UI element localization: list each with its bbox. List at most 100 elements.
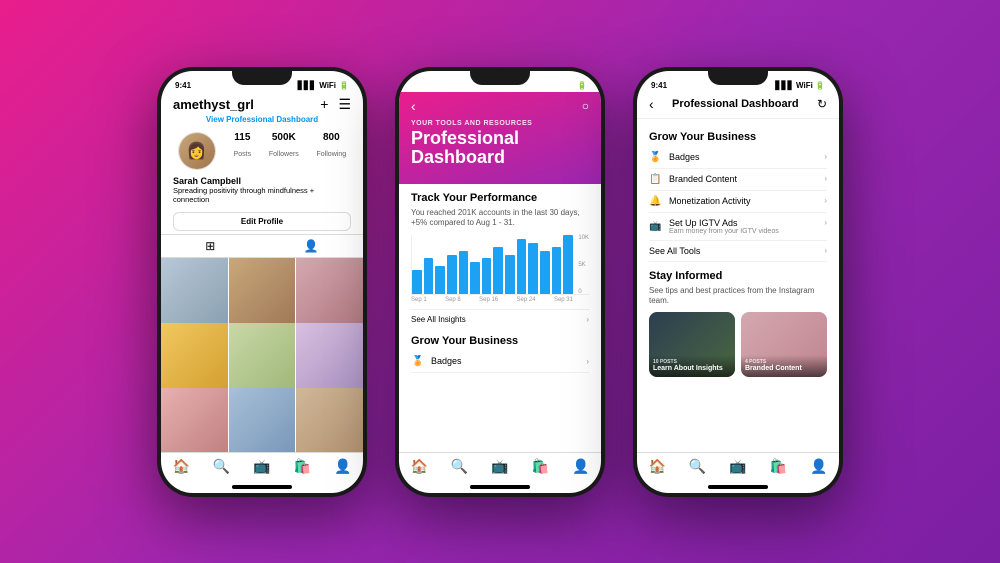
grid-cell-4[interactable] — [161, 323, 228, 390]
chart-bar — [447, 255, 457, 294]
igtv-sub: Earn money from your IGTV videos — [669, 228, 779, 235]
grow-title-3: Grow Your Business — [649, 131, 827, 143]
badges-menu-label: Badges — [669, 152, 700, 162]
grid-cell-6[interactable] — [296, 323, 363, 390]
menu-icon[interactable]: ☰ — [338, 96, 351, 113]
menu-item-monetization[interactable]: 🔔 Monetization Activity › — [649, 191, 827, 213]
posts-stat: 115 Posts — [234, 132, 252, 161]
shop-icon-3[interactable]: 🛍️ — [770, 458, 787, 475]
followers-stat: 500K Followers — [269, 132, 299, 161]
shop-icon[interactable]: 🛍️ — [294, 458, 311, 475]
menu-title: Professional Dashboard — [672, 98, 799, 110]
notch — [232, 71, 292, 85]
followers-label: Followers — [269, 151, 299, 158]
chart-bar — [424, 258, 434, 293]
shop-icon-2[interactable]: 🛍️ — [532, 458, 549, 475]
grid-view-icon[interactable]: ⊞ — [205, 239, 215, 253]
grid-cell-3[interactable] — [296, 258, 363, 325]
profile-header: amethyst_grl + ☰ — [161, 92, 363, 115]
chart-bar — [517, 239, 527, 294]
home-indicator-3 — [708, 485, 768, 489]
see-all-tools[interactable]: See All Tools › — [649, 241, 827, 262]
back-button-3[interactable]: ‹ — [649, 96, 654, 112]
grow-title-2: Grow Your Business — [411, 335, 589, 347]
grid-cell-2[interactable] — [229, 258, 296, 325]
bottom-nav-1: 🏠 🔍 📺 🛍️ 👤 — [161, 452, 363, 483]
status-time-1: 9:41 — [175, 81, 191, 90]
phone-profile: 9:41 ▋▋▋ WiFi 🔋 amethyst_grl + ☰ View Pr… — [157, 67, 367, 497]
badges-label: Badges — [431, 356, 462, 366]
notch-3 — [708, 71, 768, 85]
menu-screen: ‹ Professional Dashboard ↻ Grow Your Bus… — [637, 92, 839, 493]
chart-bar — [459, 251, 469, 294]
chart-bar — [470, 262, 480, 293]
profile-stats: 👩 115 Posts 500K Followers 800 Following — [161, 128, 363, 174]
grid-cell-9[interactable] — [296, 388, 363, 452]
chart-bars — [411, 235, 589, 295]
home-icon-3[interactable]: 🏠 — [648, 458, 665, 475]
reels-icon-3[interactable]: 📺 — [729, 458, 746, 475]
chart-bar — [552, 247, 562, 294]
see-all-insights[interactable]: See All Insights › — [411, 309, 589, 329]
dashboard-content: Track Your Performance You reached 201K … — [399, 184, 601, 451]
menu-item-igtv[interactable]: 📺 Set Up IGTV Ads Earn money from your I… — [649, 213, 827, 241]
grid-cell-7[interactable] — [161, 388, 228, 452]
status-time-2: 9:41 — [413, 81, 429, 90]
profile-icon-2[interactable]: 👤 — [572, 458, 589, 475]
tag-view-icon[interactable]: 👤 — [304, 239, 319, 253]
search-icon-3[interactable]: 🔍 — [689, 458, 706, 475]
profile-icon-3[interactable]: 👤 — [810, 458, 827, 475]
badges-item[interactable]: 🏅 Badges › — [411, 351, 589, 373]
phone-menu: 9:41 ▋▋▋ WiFi 🔋 ‹ Professional Dashboard… — [633, 67, 843, 497]
home-icon[interactable]: 🏠 — [172, 458, 189, 475]
info-card-2[interactable]: 4 POSTS Branded Content — [741, 312, 827, 377]
back-button-2[interactable]: ‹ — [411, 98, 416, 114]
home-icon-2[interactable]: 🏠 — [410, 458, 427, 475]
igtv-chevron: › — [824, 218, 827, 227]
chevron-icon: › — [586, 315, 589, 324]
badges-menu-icon: 🏅 — [649, 152, 663, 163]
branded-menu-icon: 📋 — [649, 174, 663, 185]
performance-desc: You reached 201K accounts in the last 30… — [411, 208, 589, 229]
grid-cell-5[interactable] — [229, 323, 296, 390]
dashboard-screen: ‹ ○ YOUR TOOLS AND RESOURCES Professiona… — [399, 92, 601, 493]
monetization-chevron: › — [824, 196, 827, 205]
profile-screen: amethyst_grl + ☰ View Professional Dashb… — [161, 92, 363, 493]
chart-bar — [412, 270, 422, 294]
settings-icon-2[interactable]: ○ — [582, 99, 589, 113]
info-cards: 10 POSTS Learn About Insights 4 POSTS Br… — [649, 312, 827, 377]
chart-bar — [493, 247, 503, 294]
reels-icon[interactable]: 📺 — [253, 458, 270, 475]
status-icons-1: ▋▋▋ WiFi 🔋 — [298, 81, 349, 90]
grid-cell-8[interactable] — [229, 388, 296, 452]
chart-bar — [528, 243, 538, 294]
menu-item-badges[interactable]: 🏅 Badges › — [649, 147, 827, 169]
home-indicator-1 — [232, 485, 292, 489]
refresh-icon[interactable]: ↻ — [817, 97, 827, 111]
chart-y-labels: 10K 5K 0 — [578, 235, 589, 295]
phone-dashboard: 9:41 ▋▋▋ WiFi 🔋 ‹ ○ YOUR TOOLS AND RESOU… — [395, 67, 605, 497]
monetization-label: Monetization Activity — [669, 196, 751, 206]
professional-link[interactable]: View Professional Dashboard — [161, 115, 363, 128]
posts-count: 115 — [234, 132, 252, 143]
menu-item-branded[interactable]: 📋 Branded Content › — [649, 169, 827, 191]
posts-label: Posts — [234, 151, 252, 158]
performance-title: Track Your Performance — [411, 192, 589, 204]
badges-menu-chevron: › — [824, 152, 827, 161]
reels-icon-2[interactable]: 📺 — [491, 458, 508, 475]
search-icon[interactable]: 🔍 — [213, 458, 230, 475]
edit-profile-button[interactable]: Edit Profile — [173, 212, 351, 231]
stay-informed-title: Stay Informed — [649, 270, 827, 282]
card-title-1: Learn About Insights — [653, 365, 731, 373]
notch-2 — [470, 71, 530, 85]
grid-cell-1[interactable] — [161, 258, 228, 325]
stay-informed-desc: See tips and best practices from the Ins… — [649, 286, 827, 307]
igtv-icon: 📺 — [649, 221, 663, 232]
tools-label: YOUR TOOLS AND RESOURCES — [411, 120, 589, 127]
add-icon[interactable]: + — [320, 96, 328, 113]
igtv-label: Set Up IGTV Ads — [669, 218, 779, 228]
profile-icon[interactable]: 👤 — [334, 458, 351, 475]
menu-header: ‹ Professional Dashboard ↻ — [637, 92, 839, 119]
info-card-1[interactable]: 10 POSTS Learn About Insights — [649, 312, 735, 377]
search-icon-2[interactable]: 🔍 — [451, 458, 468, 475]
